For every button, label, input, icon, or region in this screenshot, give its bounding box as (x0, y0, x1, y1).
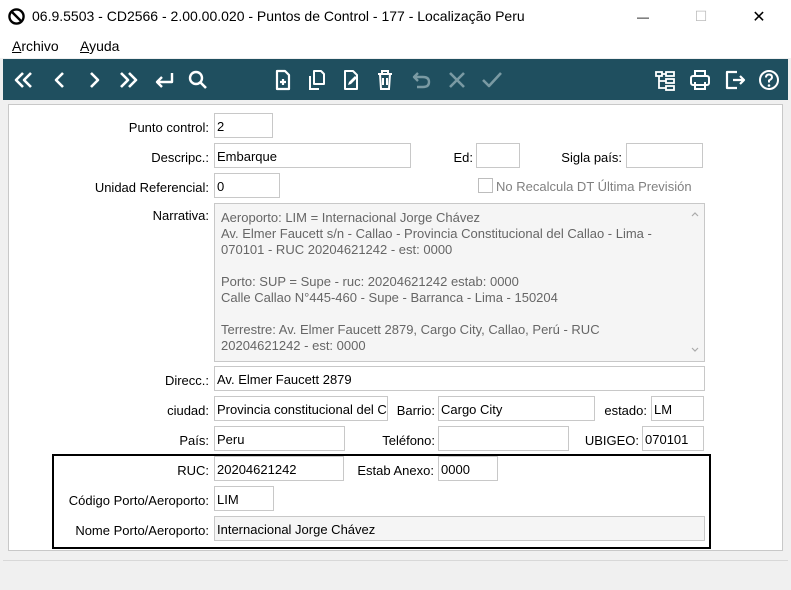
unidad-referencial-field[interactable]: 0 (214, 173, 280, 198)
narrativa-line: Aeroporto: LIM = Internacional Jorge Chá… (221, 210, 481, 225)
nome-porto-field[interactable]: Internacional Jorge Chávez (214, 516, 705, 541)
status-bar (3, 560, 788, 590)
copy-icon (309, 69, 325, 90)
punto-control-field[interactable]: 2 (214, 113, 273, 138)
edit-record-button[interactable] (334, 59, 368, 100)
undo-icon (412, 71, 431, 88)
menu-ayuda-mnemonic: A (80, 38, 90, 54)
narrativa-scrollbar[interactable] (690, 208, 700, 356)
telefono-label: Teléfono: (382, 433, 435, 448)
unidad-referencial-label: Unidad Referencial: (94, 180, 209, 195)
ciudad-field[interactable]: Provincia constitucional del Callao (214, 396, 388, 421)
search-button[interactable] (181, 59, 215, 100)
no-recalcula-checkbox[interactable] (478, 178, 493, 193)
narrativa-line: Terrestre: Av. Elmer Faucett 2879, Cargo… (221, 322, 600, 337)
ubigeo-label: UBIGEO: (584, 433, 639, 448)
new-document-icon (275, 69, 291, 90)
narrativa-line: Calle Callao N°445-460 - Supe - Barranca… (221, 290, 558, 305)
next-record-button[interactable] (77, 59, 111, 100)
descripc-field[interactable]: Embarque (214, 143, 411, 168)
cancel-button[interactable] (440, 59, 474, 100)
exit-icon (725, 70, 746, 89)
first-record-button[interactable] (7, 59, 41, 100)
scroll-up-icon (691, 212, 699, 217)
estado-label: estado: (604, 403, 647, 418)
no-recalcula-label: No Recalcula DT Última Previsión (496, 179, 692, 194)
copy-record-button[interactable] (300, 59, 334, 100)
help-icon (759, 69, 779, 90)
direcc-field[interactable]: Av. Elmer Faucett 2879 (214, 366, 705, 391)
confirm-icon (482, 71, 502, 87)
return-button[interactable] (147, 59, 181, 100)
maximize-button[interactable]: ☐ (678, 0, 724, 33)
narrativa-textarea[interactable]: Aeroporto: LIM = Internacional Jorge Chá… (214, 203, 705, 362)
maximize-icon: ☐ (694, 8, 708, 24)
codigo-porto-label: Código Porto/Aeroporto: (68, 493, 209, 508)
print-button[interactable] (683, 59, 717, 100)
menu-archivo-label: rchivo (21, 38, 59, 54)
toolbar (3, 59, 788, 100)
cancel-icon (449, 71, 465, 88)
telefono-field[interactable] (438, 426, 569, 451)
menu-archivo-mnemonic: A (12, 38, 22, 54)
menu-bar: Archivo Ayuda (0, 33, 791, 58)
menu-ayuda-label: yuda (89, 38, 120, 54)
print-icon (690, 69, 710, 90)
next-icon (90, 71, 100, 88)
barrio-field[interactable]: Cargo City (438, 396, 595, 421)
tree-view-button[interactable] (648, 59, 682, 100)
barrio-label: Barrio: (396, 403, 435, 418)
new-record-button[interactable] (266, 59, 300, 100)
minimize-icon: — (637, 9, 649, 24)
estab-anexo-field[interactable]: 0000 (438, 456, 498, 481)
punto-control-label: Punto control: (128, 120, 209, 135)
menu-ayuda[interactable]: Ayuda (80, 38, 119, 54)
descripc-label: Descripc.: (151, 150, 209, 165)
tree-icon (655, 70, 675, 91)
minimize-button[interactable]: — (620, 0, 666, 33)
direcc-label: Direcc.: (164, 373, 209, 388)
narrativa-label: Narrativa: (152, 208, 209, 223)
search-icon (188, 70, 207, 89)
menu-archivo[interactable]: Archivo (12, 38, 59, 54)
ruc-field[interactable]: 20204621242 (214, 456, 344, 481)
previous-record-button[interactable] (43, 59, 77, 100)
close-icon: ✕ (752, 8, 766, 26)
help-button[interactable] (752, 59, 786, 100)
last-icon (120, 71, 138, 88)
ciudad-label: ciudad: (167, 403, 209, 418)
scroll-down-icon (691, 347, 699, 352)
delete-icon (378, 69, 392, 90)
nome-porto-label: Nome Porto/Aeroporto: (75, 523, 209, 538)
pais-label: País: (179, 433, 209, 448)
previous-icon (54, 71, 64, 88)
form-panel: Punto control: 2 Descripc.: Embarque Ed:… (8, 104, 783, 551)
narrativa-line: Porto: SUP = Supe - ruc: 20204621242 est… (221, 274, 519, 289)
sigla-pais-field[interactable] (626, 143, 703, 168)
window-title: 06.9.5503 - CD2566 - 2.00.00.020 - Punto… (32, 8, 525, 24)
ed-label: Ed: (453, 150, 473, 165)
pais-field[interactable]: Peru (214, 426, 345, 451)
last-record-button[interactable] (111, 59, 145, 100)
estado-field[interactable]: LM (651, 396, 704, 421)
narrativa-line: 20204621242 - est: 0000 (221, 338, 366, 353)
estab-anexo-label: Estab Anexo: (357, 463, 434, 478)
close-button[interactable]: ✕ (736, 0, 782, 33)
narrativa-line: 070101 - RUC 20204621242 - est: 0000 (221, 242, 453, 257)
return-icon (155, 72, 174, 88)
edit-icon (344, 69, 358, 90)
exit-button[interactable] (718, 59, 752, 100)
delete-record-button[interactable] (368, 59, 402, 100)
ubigeo-field[interactable]: 070101 (642, 426, 704, 451)
confirm-button[interactable] (475, 59, 509, 100)
first-icon (14, 71, 32, 88)
codigo-porto-field[interactable]: LIM (214, 486, 274, 511)
narrativa-line: Av. Elmer Faucett s/n - Callao - Provinc… (221, 226, 652, 241)
ruc-label: RUC: (177, 463, 209, 478)
sigla-pais-label: Sigla país: (561, 150, 622, 165)
undo-button[interactable] (404, 59, 438, 100)
title-bar: 06.9.5503 - CD2566 - 2.00.00.020 - Punto… (0, 0, 791, 33)
app-logo-icon (8, 8, 25, 25)
ed-field[interactable] (476, 143, 520, 168)
